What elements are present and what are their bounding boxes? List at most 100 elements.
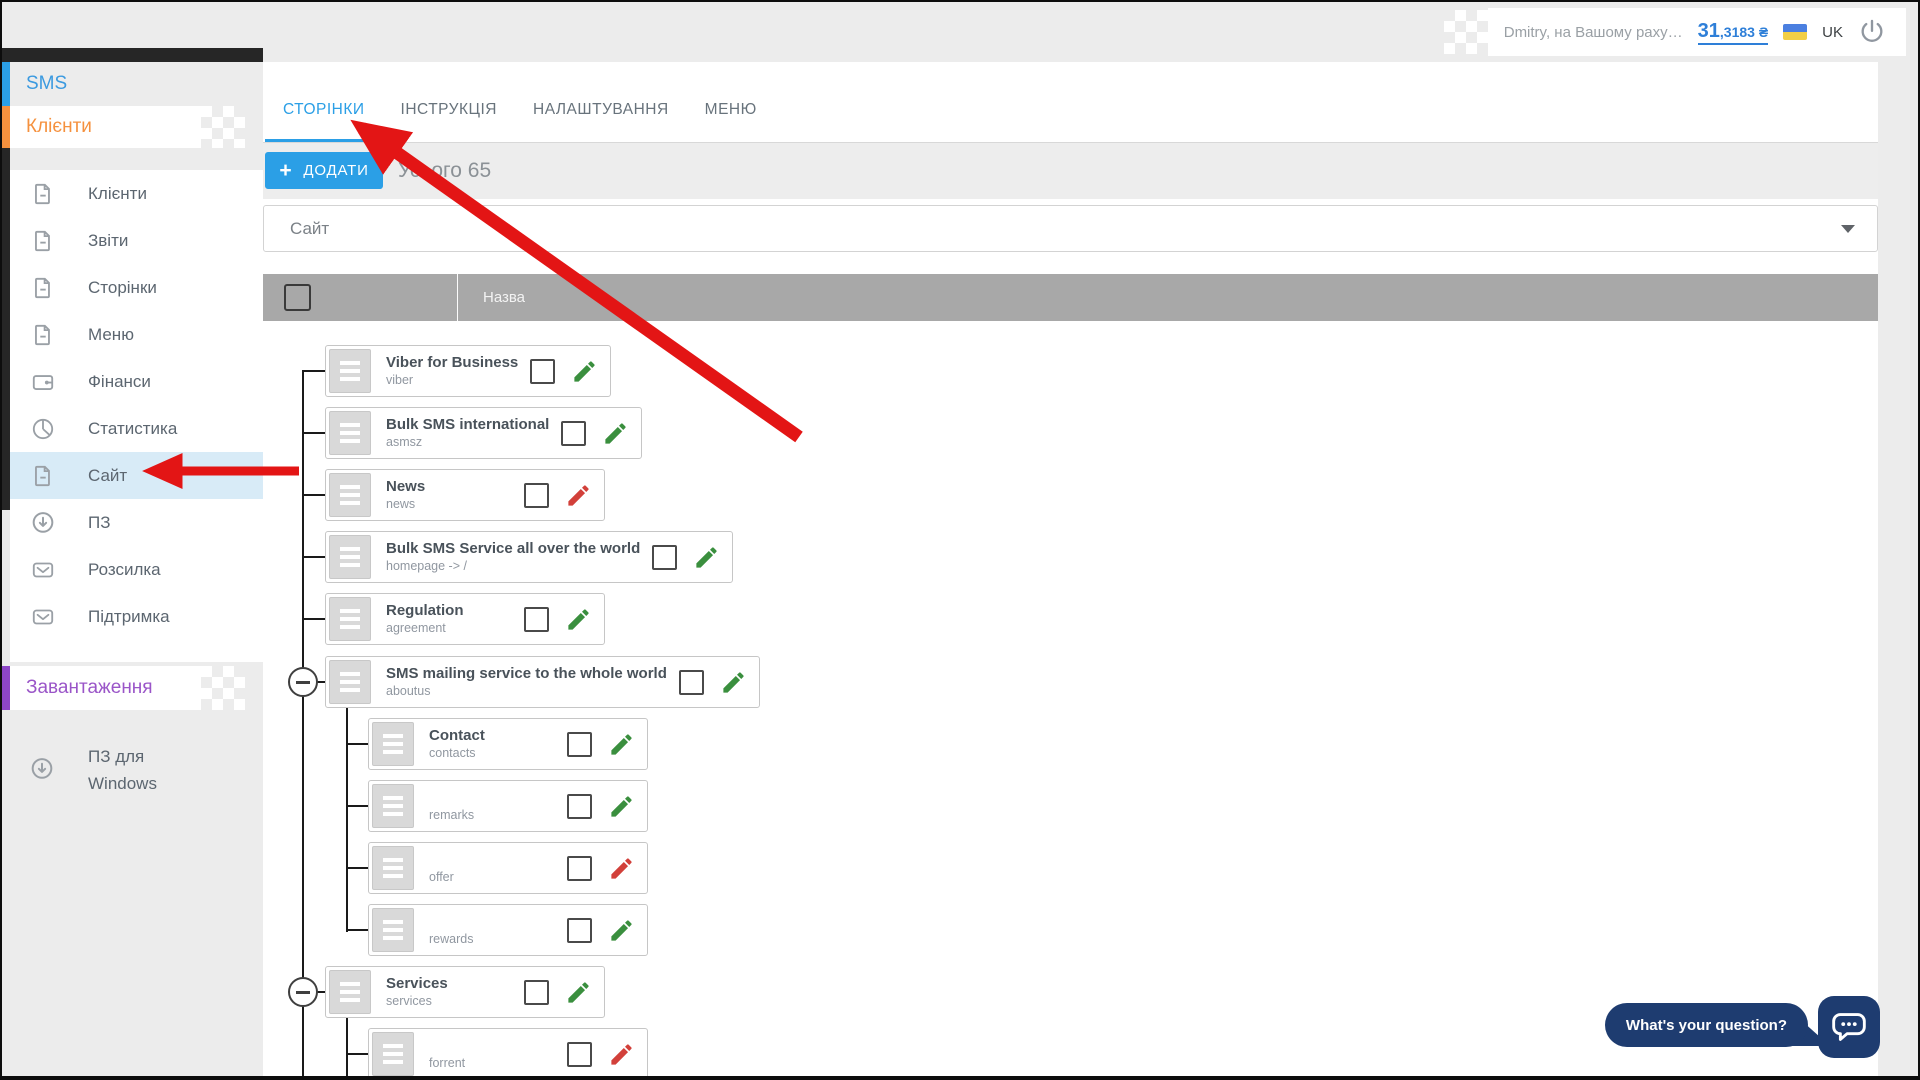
- drag-handle-icon[interactable]: [329, 535, 371, 579]
- scroll-gutter[interactable]: [1878, 62, 1918, 1076]
- row-checkbox[interactable]: [561, 421, 586, 446]
- edit-pencil-icon[interactable]: [693, 544, 720, 571]
- row-checkbox[interactable]: [652, 545, 677, 570]
- row-checkbox[interactable]: [567, 856, 592, 881]
- drag-handle-icon[interactable]: [329, 349, 371, 393]
- row-checkbox[interactable]: [530, 359, 555, 384]
- page-title: Viber for Business: [386, 354, 518, 373]
- row-checkbox[interactable]: [567, 1042, 592, 1067]
- edit-pencil-icon[interactable]: [602, 420, 629, 447]
- tree-row: rewards: [368, 904, 648, 956]
- sidebar-item-reports[interactable]: Звіти: [10, 217, 263, 264]
- page-title: Contact: [429, 727, 555, 746]
- drag-handle-icon[interactable]: [329, 597, 371, 641]
- tab-label: НАЛАШТУВАННЯ: [533, 101, 669, 119]
- sidebar-item-windows-software[interactable]: ПЗ для Windows: [10, 724, 263, 816]
- document-icon: [28, 461, 58, 491]
- language-label[interactable]: UK: [1822, 24, 1843, 41]
- plus-icon: +: [279, 160, 292, 181]
- edit-pencil-icon[interactable]: [608, 731, 635, 758]
- tree-connector-line: [346, 708, 348, 932]
- page-title: [429, 913, 555, 932]
- edit-pencil-icon[interactable]: [608, 1041, 635, 1068]
- drag-handle-icon[interactable]: [329, 411, 371, 455]
- sidebar-item-mailing[interactable]: Розсилка: [10, 546, 263, 593]
- name-column-header: Назва: [483, 289, 525, 306]
- edit-pencil-icon[interactable]: [720, 669, 747, 696]
- row-checkbox[interactable]: [679, 670, 704, 695]
- row-checkbox[interactable]: [567, 732, 592, 757]
- chat-question-bubble[interactable]: What's your question?: [1605, 1003, 1808, 1047]
- sidebar-group-clients[interactable]: Клієнти: [0, 106, 245, 148]
- sidebar-group-downloads[interactable]: Завантаження: [0, 666, 245, 710]
- tab-instruction[interactable]: ІНСТРУКЦІЯ: [383, 62, 516, 142]
- drag-handle-icon[interactable]: [329, 970, 371, 1014]
- tree-connector-line: [346, 1018, 348, 1076]
- row-checkbox[interactable]: [524, 483, 549, 508]
- collapse-minus-toggle[interactable]: [288, 667, 318, 697]
- page-title: Bulk SMS Service all over the world: [386, 540, 640, 559]
- add-button-label: ДОДАТИ: [303, 162, 368, 179]
- row-checkbox[interactable]: [524, 980, 549, 1005]
- ukraine-flag-icon[interactable]: [1783, 24, 1807, 40]
- downloads-accent-bar: [0, 666, 10, 710]
- sidebar-item-statistics[interactable]: Статистика: [10, 405, 263, 452]
- header-divider: [457, 274, 458, 321]
- toolbar: [263, 143, 1878, 199]
- tree-connector-line: [346, 929, 368, 931]
- sidebar-item-label: Клієнти: [88, 184, 147, 204]
- edit-pencil-icon[interactable]: [565, 979, 592, 1006]
- sidebar-item-menu[interactable]: Меню: [10, 311, 263, 358]
- page-slug: news: [386, 497, 512, 512]
- drag-handle-icon[interactable]: [372, 722, 414, 766]
- page-title: [429, 851, 555, 870]
- logout-power-icon[interactable]: [1858, 18, 1886, 46]
- row-checkbox[interactable]: [567, 794, 592, 819]
- tab-pages[interactable]: СТОРІНКИ: [265, 62, 383, 142]
- row-checkbox[interactable]: [567, 918, 592, 943]
- drag-handle-icon[interactable]: [329, 473, 371, 517]
- tree-row: Regulationagreement: [325, 593, 605, 645]
- edit-pencil-icon[interactable]: [608, 793, 635, 820]
- sidebar-item-label: Сайт: [88, 466, 127, 486]
- sidebar-item-clients[interactable]: Клієнти: [10, 170, 263, 217]
- sidebar-group-sms[interactable]: SMS: [0, 62, 245, 106]
- edit-pencil-icon[interactable]: [565, 482, 592, 509]
- collapse-minus-toggle[interactable]: [288, 977, 318, 1007]
- page-slug: services: [386, 994, 512, 1009]
- balance-link[interactable]: 31,3183 ₴: [1698, 20, 1769, 45]
- envelope-icon: [28, 555, 58, 585]
- add-button[interactable]: + ДОДАТИ: [265, 152, 383, 189]
- tab-settings[interactable]: НАЛАШТУВАННЯ: [515, 62, 687, 142]
- tree-connector-line: [302, 432, 325, 434]
- chat-question-label: What's your question?: [1626, 1017, 1787, 1034]
- drag-handle-icon[interactable]: [372, 784, 414, 828]
- row-checkbox[interactable]: [524, 607, 549, 632]
- sidebar-item-pages[interactable]: Сторінки: [10, 264, 263, 311]
- page-slug: aboutus: [386, 684, 667, 699]
- site-filter-select[interactable]: Сайт: [263, 205, 1878, 252]
- drag-handle-icon[interactable]: [372, 846, 414, 890]
- select-all-checkbox[interactable]: [284, 284, 311, 311]
- edit-pencil-icon[interactable]: [608, 855, 635, 882]
- page-title: [429, 789, 555, 808]
- document-icon: [28, 179, 58, 209]
- tab-menu[interactable]: МЕНЮ: [687, 62, 775, 142]
- page-slug: viber: [386, 373, 518, 388]
- drag-handle-icon[interactable]: [329, 660, 371, 704]
- sidebar-item-support[interactable]: Підтримка: [10, 593, 263, 640]
- tree-row: remarks: [368, 780, 648, 832]
- sidebar-item-site[interactable]: Сайт: [10, 452, 263, 499]
- page-title: [429, 1037, 555, 1056]
- drag-handle-icon[interactable]: [372, 1032, 414, 1076]
- edit-pencil-icon[interactable]: [571, 358, 598, 385]
- sms-accent-bar: [0, 62, 10, 106]
- edit-pencil-icon[interactable]: [608, 917, 635, 944]
- edit-pencil-icon[interactable]: [565, 606, 592, 633]
- user-balance-text: Dmitry, на Вашому раху…: [1504, 24, 1683, 41]
- sidebar-item-software[interactable]: ПЗ: [10, 499, 263, 546]
- drag-handle-icon[interactable]: [372, 908, 414, 952]
- sidebar-item-finance[interactable]: Фінанси: [10, 358, 263, 405]
- chat-launcher-button[interactable]: [1818, 996, 1880, 1058]
- tree-row: Newsnews: [325, 469, 605, 521]
